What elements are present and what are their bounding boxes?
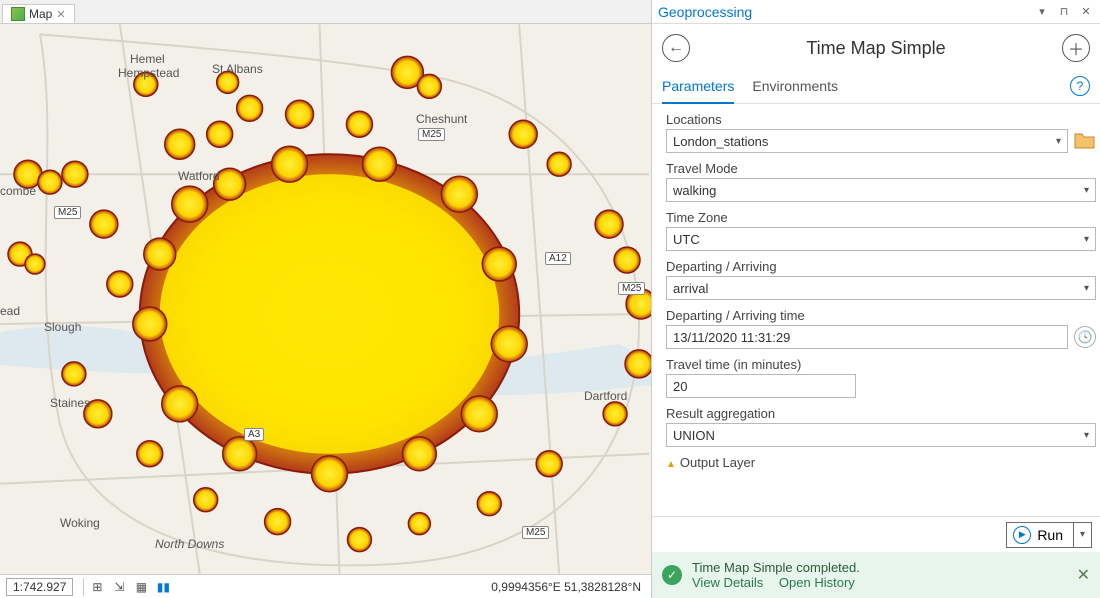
pause-icon[interactable]: ▮▮ [154, 578, 172, 596]
back-button[interactable]: ← [662, 34, 690, 62]
scale-input[interactable]: 1:742.927 [6, 578, 73, 596]
road-shield: A3 [244, 428, 264, 441]
locations-label: Locations [666, 112, 1096, 127]
place-label: Woking [60, 516, 100, 530]
help-icon[interactable]: ? [1070, 76, 1090, 96]
clock-icon[interactable]: 🕓 [1074, 326, 1096, 348]
run-button[interactable]: ▶ Run [1006, 522, 1074, 548]
time-zone-value: UTC [673, 232, 700, 247]
travel-mode-value: walking [673, 183, 716, 198]
tab-environments[interactable]: Environments [752, 72, 838, 103]
map-tab-strip: Map ✕ [0, 0, 651, 24]
pane-title: Geoprocessing [658, 4, 752, 20]
locations-dropdown[interactable]: London_stations ▾ [666, 129, 1068, 153]
isochrone-layer [8, 56, 651, 551]
cursor-coords: 0,9994356°E 51,3828128°N [491, 580, 651, 594]
road-shield: M25 [618, 282, 645, 295]
close-result-icon[interactable]: ✕ [1077, 565, 1090, 585]
app-root: Map ✕ [0, 0, 1100, 598]
dep-arr-time-input[interactable] [666, 325, 1068, 349]
pin-icon[interactable]: ⊓ [1056, 4, 1072, 20]
road-shield: A12 [545, 252, 571, 265]
gp-run-bar: ▶ Run ▾ [652, 516, 1100, 552]
geoprocessing-pane: Geoprocessing ▾ ⊓ ✕ ← Time Map Simple ＋ … [652, 0, 1100, 598]
dropdown-icon[interactable]: ▾ [1034, 4, 1050, 20]
place-label: North Downs [155, 537, 224, 551]
result-agg-label: Result aggregation [666, 406, 1096, 421]
open-history-link[interactable]: Open History [779, 575, 855, 590]
dep-arr-time-label: Departing / Arriving time [666, 308, 1096, 323]
map-tab[interactable]: Map ✕ [2, 4, 75, 23]
chevron-down-icon: ▾ [1056, 136, 1061, 147]
gp-parameters-body: Locations London_stations ▾ Travel Mode … [652, 104, 1100, 516]
travel-mode-dropdown[interactable]: walking ▾ [666, 178, 1096, 202]
chevron-down-icon: ▾ [1084, 283, 1089, 294]
map-canvas[interactable]: HemelHempstead St Albans Cheshunt Watford co… [0, 24, 651, 574]
close-icon[interactable]: ✕ [56, 8, 65, 21]
gp-tool-header: ← Time Map Simple ＋ [652, 24, 1100, 72]
browse-folder-icon[interactable] [1074, 131, 1096, 151]
tool-name: Time Map Simple [690, 38, 1062, 59]
place-label: Watford [178, 169, 220, 183]
output-layer-label: Output Layer [666, 455, 1096, 470]
place-label: Hemel [130, 52, 165, 66]
success-icon: ✓ [662, 565, 682, 585]
place-label: Staines [50, 396, 90, 410]
chevron-down-icon: ▾ [1084, 234, 1089, 245]
run-dropdown[interactable]: ▾ [1074, 522, 1092, 548]
result-agg-value: UNION [673, 428, 715, 443]
place-label: Hempstead [118, 66, 179, 80]
result-agg-dropdown[interactable]: UNION ▾ [666, 423, 1096, 447]
map-status-bar: 1:742.927 ⊞ ⇲ ▦ ▮▮ 0,9994356°E 51,382812… [0, 574, 651, 598]
time-zone-dropdown[interactable]: UTC ▾ [666, 227, 1096, 251]
basemap-svg [0, 24, 651, 574]
map-pane: Map ✕ [0, 0, 652, 598]
status-tool-icons: ⊞ ⇲ ▦ ▮▮ [88, 578, 172, 596]
grid-icon[interactable]: ⊞ [88, 578, 106, 596]
table-icon[interactable]: ▦ [132, 578, 150, 596]
close-pane-icon[interactable]: ✕ [1078, 4, 1094, 20]
road-shield: M25 [54, 206, 81, 219]
time-zone-label: Time Zone [666, 210, 1096, 225]
locations-value: London_stations [673, 134, 768, 149]
map-doc-icon [11, 7, 25, 21]
road-shield: M25 [522, 526, 549, 539]
gp-tabs: Parameters Environments ? [652, 72, 1100, 104]
travel-time-label: Travel time (in minutes) [666, 357, 1096, 372]
place-label: Cheshunt [416, 112, 467, 126]
play-icon: ▶ [1013, 526, 1031, 544]
gp-result-bar: ✓ Time Map Simple completed. View Detail… [652, 552, 1100, 598]
view-details-link[interactable]: View Details [692, 575, 763, 590]
dep-arr-value: arrival [673, 281, 708, 296]
dep-arr-dropdown[interactable]: arrival ▾ [666, 276, 1096, 300]
travel-time-input[interactable] [666, 374, 856, 398]
place-label: St Albans [212, 62, 263, 76]
dep-arr-label: Departing / Arriving [666, 259, 1096, 274]
chevron-down-icon: ▾ [1084, 185, 1089, 196]
gp-titlebar: Geoprocessing ▾ ⊓ ✕ [652, 0, 1100, 24]
place-label: ead [0, 304, 20, 318]
travel-mode-label: Travel Mode [666, 161, 1096, 176]
run-label: Run [1037, 527, 1073, 543]
map-tab-label: Map [29, 7, 52, 21]
add-button[interactable]: ＋ [1062, 34, 1090, 62]
tab-parameters[interactable]: Parameters [662, 72, 734, 104]
place-label: Dartford [584, 389, 627, 403]
place-label: Slough [44, 320, 81, 334]
place-label: combe [0, 184, 36, 198]
coords-tool-icon[interactable]: ⇲ [110, 578, 128, 596]
chevron-down-icon: ▾ [1084, 430, 1089, 441]
road-shield: M25 [418, 128, 445, 141]
result-message: Time Map Simple completed. [692, 560, 1067, 575]
